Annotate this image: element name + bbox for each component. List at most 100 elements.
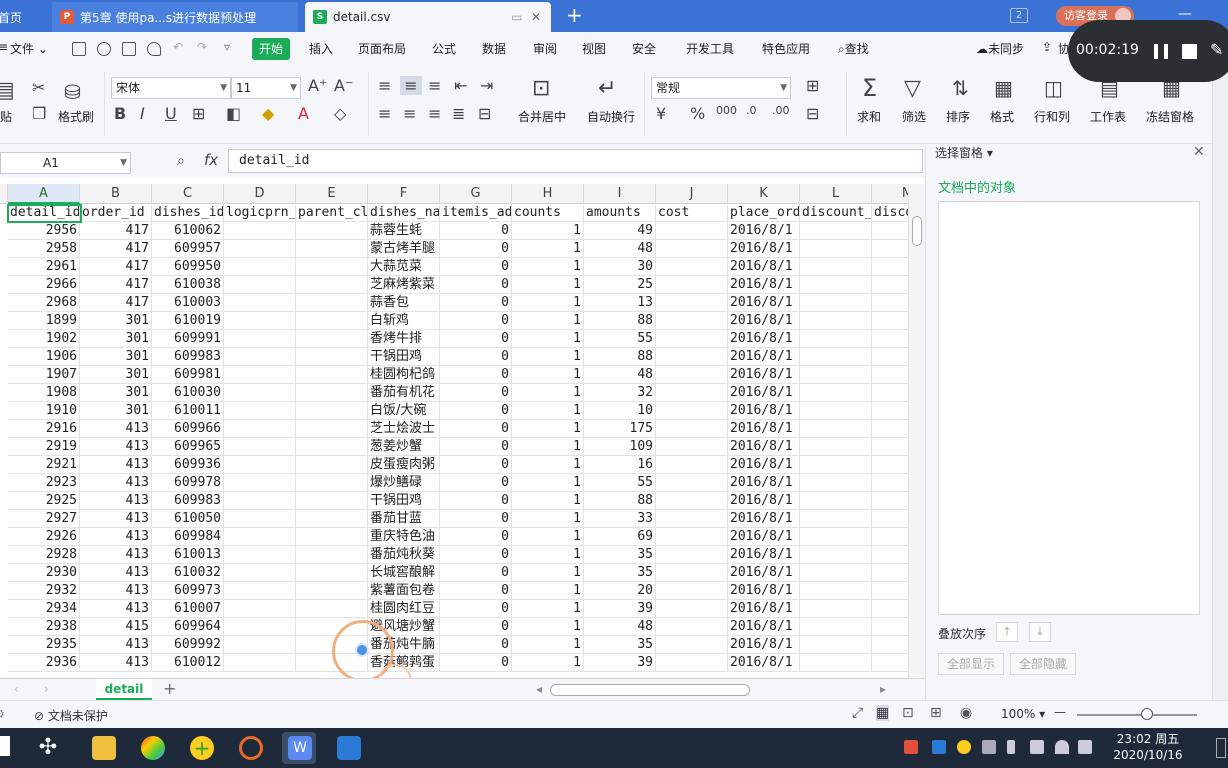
table-cell[interactable]: 39 [584,654,656,672]
table-cell[interactable]: 芝麻烤紫菜 [368,276,440,294]
table-cell[interactable] [224,582,296,600]
table-cell[interactable] [800,546,872,564]
table-cell[interactable] [872,420,908,438]
table-cell[interactable] [656,222,728,240]
taskview-icon[interactable]: ✣ [36,736,60,760]
table-cell[interactable]: 0 [440,402,512,420]
table-cell[interactable] [296,438,368,456]
table-cell[interactable]: 0 [440,366,512,384]
table-cell[interactable]: 413 [80,654,152,672]
table-cell[interactable]: 2966 [8,276,80,294]
table-cell[interactable]: 2016/8/1 11:31:00 [728,402,800,420]
table-cell[interactable]: 25 [584,276,656,294]
formula-input[interactable]: detail_id [228,149,923,173]
table-cell[interactable]: 1 [512,600,584,618]
browser-icon[interactable] [141,736,165,760]
table-cell[interactable] [296,420,368,438]
align-bottom-icon[interactable]: ≡ [428,76,441,95]
table-cell[interactable] [800,564,872,582]
arrow-up-icon[interactable]: ↑ [996,622,1018,642]
filter-icon[interactable]: ▽ [904,76,921,101]
table-cell[interactable]: 爆炒鳝碌 [368,474,440,492]
table-cell[interactable]: 番茄炖秋葵 [368,546,440,564]
spreadsheet-grid[interactable]: ABCDEFGHIJKLM detail_id order_id dishes_id… [0,184,908,678]
table-cell[interactable] [872,312,908,330]
file-explorer-icon[interactable] [92,736,116,760]
table-cell[interactable]: 1908 [8,384,80,402]
table-cell[interactable] [872,636,908,654]
save-icon[interactable] [72,42,86,56]
volume-icon[interactable] [1078,740,1092,754]
table-cell[interactable]: 2016/8/1 11:15:00 [728,312,800,330]
more-icon[interactable]: ▿ [224,40,230,54]
table-cell[interactable]: 长城窖酿解 [368,564,440,582]
cut-icon[interactable]: ✂ [32,78,45,97]
table-cell[interactable] [296,528,368,546]
table-cell[interactable] [800,312,872,330]
table-cell[interactable] [800,528,872,546]
table-cell[interactable]: 紫薯面包卷 [368,582,440,600]
table-cell[interactable]: 2016/8/1 12:48:00 [728,564,800,582]
menu-developer[interactable]: 开发工具 [686,40,734,57]
table-cell[interactable]: 417 [80,276,152,294]
wps-tray-icon[interactable] [904,740,918,754]
table-cell[interactable]: 2956 [8,222,80,240]
table-cell[interactable] [224,564,296,582]
menu-file[interactable]: 文件 ⌄ [10,40,48,57]
table-cell[interactable]: 2016/8/1 12:51:00 [728,618,800,636]
fullscreen-icon[interactable]: ⤢ [852,705,863,721]
font-shrink-icon[interactable]: A⁻ [334,76,353,95]
close-tab-icon[interactable]: ✕ [531,10,541,24]
table-cell[interactable]: 609981 [152,366,224,384]
table-cell[interactable] [296,546,368,564]
table-cell[interactable]: 1 [512,474,584,492]
tab-home[interactable]: 首页 [0,2,48,32]
table-cell[interactable] [224,366,296,384]
table-cell[interactable]: 1 [512,330,584,348]
worksheet-label[interactable]: 工作表 [1090,108,1126,125]
table-cell[interactable] [224,528,296,546]
table-cell[interactable]: 1902 [8,330,80,348]
table-cell[interactable]: 2016/8/1 12:42:00 [728,420,800,438]
table-cell[interactable] [296,510,368,528]
table-cell[interactable]: 2926 [8,528,80,546]
table-cell[interactable] [872,276,908,294]
tab-count-badge[interactable]: 2 [1010,8,1028,23]
table-cell[interactable]: 610013 [152,546,224,564]
table-cell[interactable] [800,366,872,384]
table-cell[interactable]: 2936 [8,654,80,672]
wps-icon[interactable]: W [288,736,312,760]
number-format-select[interactable]: 常规 ▼ [651,77,791,99]
table-cell[interactable] [656,348,728,366]
table-cell[interactable]: 10 [584,402,656,420]
microphone-icon[interactable] [1007,740,1015,754]
table-cell[interactable]: 1906 [8,348,80,366]
zoom-level[interactable]: 100% ▾ [1001,707,1045,721]
selection-pane-title[interactable]: 选择窗格 ▾ [935,144,993,161]
table-cell[interactable] [224,510,296,528]
table-cell[interactable]: 1 [512,510,584,528]
table-cell[interactable]: 0 [440,276,512,294]
format-label[interactable]: 格式 [990,108,1014,125]
format-painter-icon[interactable]: ⛁ [64,80,81,104]
table-cell[interactable]: 417 [80,294,152,312]
print-preview-icon[interactable] [147,42,161,56]
sort-label[interactable]: 排序 [946,108,970,125]
video-app-icon[interactable] [337,736,361,760]
menu-insert[interactable]: 插入 [309,40,333,57]
normal-view-icon[interactable]: ▦ [876,705,890,721]
table-cell[interactable] [872,294,908,312]
table-cell[interactable]: 610030 [152,384,224,402]
table-cell[interactable]: 610012 [152,654,224,672]
table-cell[interactable]: 0 [440,474,512,492]
table-cell[interactable]: 蒜香包 [368,294,440,312]
header-cell[interactable]: order_id [80,204,152,222]
table-cell[interactable]: 301 [80,384,152,402]
conditional-format-icon[interactable]: ⊟ [806,104,819,123]
table-cell[interactable] [224,312,296,330]
scroll-left-icon[interactable]: ◂ [536,682,542,696]
table-cell[interactable]: 413 [80,528,152,546]
indent-increase-icon[interactable]: ⇥ [480,76,493,95]
table-cell[interactable]: 301 [80,402,152,420]
table-cell[interactable]: 609992 [152,636,224,654]
